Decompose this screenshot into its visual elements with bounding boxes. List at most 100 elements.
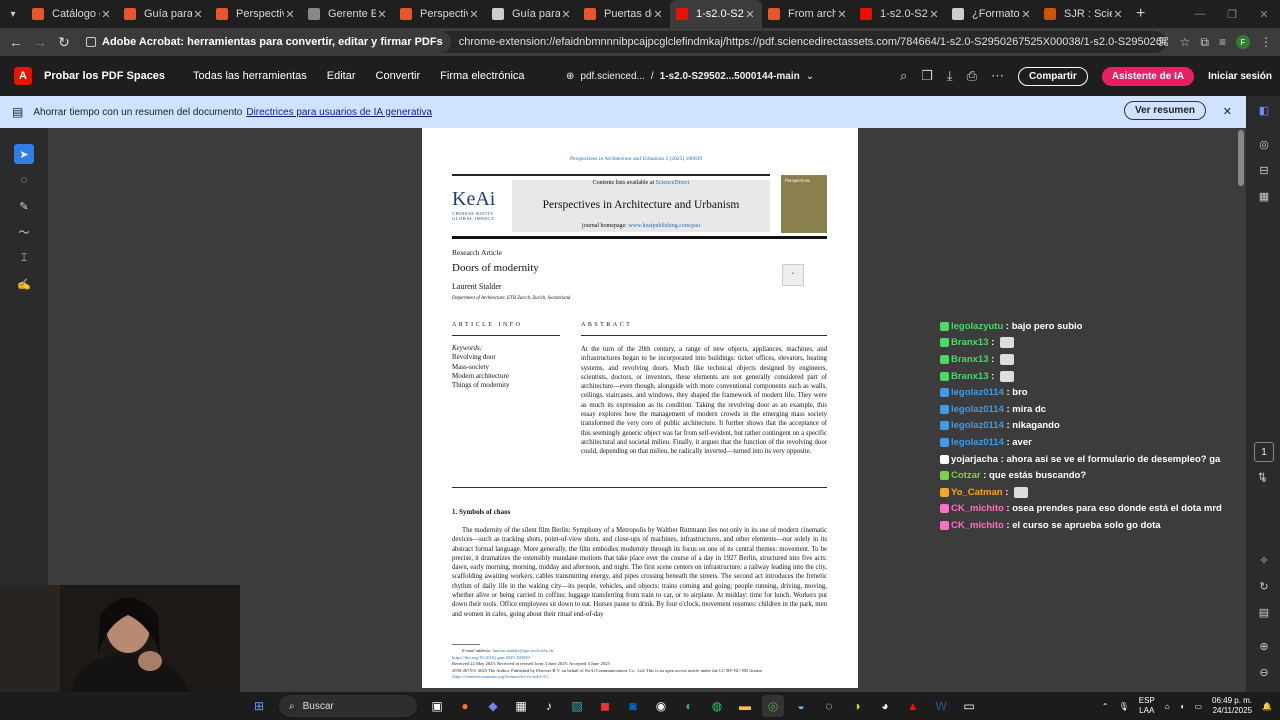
ai-sparkle-icon[interactable]: ✧ — [1256, 552, 1272, 568]
battery-icon[interactable]: ▭ — [1194, 702, 1202, 711]
close-tab-icon[interactable]: ✕ — [836, 8, 848, 21]
gallery-icon[interactable]: ▭ — [958, 695, 980, 717]
menu-convert[interactable]: Convertir — [376, 70, 421, 82]
whatsapp-icon[interactable]: ◍ — [706, 695, 728, 717]
tab-6[interactable]: Puertas de la✕ — [578, 0, 670, 28]
chevron-down-icon[interactable]: ⌄ — [806, 71, 814, 82]
menu-e-signature[interactable]: Firma electrónica — [440, 70, 524, 82]
tab-1[interactable]: Guía para au✕ — [118, 0, 210, 28]
file-explorer-icon[interactable]: ▬ — [734, 695, 756, 717]
chat-username[interactable]: Branx13 — [951, 354, 989, 365]
minimize-icon[interactable]: — — [1184, 8, 1216, 20]
extensions-icon[interactable]: ⧉ — [1200, 35, 1209, 50]
tray-chevron-icon[interactable]: ⌃ — [1102, 702, 1109, 711]
tab-0[interactable]: Catálogo de✕ — [26, 0, 118, 28]
highlight-pen-icon[interactable]: ✎ — [14, 196, 34, 216]
network-icon[interactable]: ⌂ — [1165, 702, 1170, 711]
close-tab-icon[interactable]: ✕ — [928, 8, 940, 21]
license-link[interactable]: (http://creativecommons.org/licenses/by-… — [452, 674, 827, 681]
taskbar-search[interactable]: ⌕ Buscar — [279, 695, 417, 717]
volume-icon[interactable]: ◖ — [1180, 702, 1185, 711]
photos-icon[interactable]: ▨ — [566, 695, 588, 717]
back-icon[interactable]: ← — [4, 34, 28, 50]
rotate-icon[interactable]: ↻ — [1256, 578, 1272, 594]
clock[interactable]: 06:49 p. m. 24/11/2025 — [1212, 696, 1252, 716]
tab-11[interactable]: SJR : Scientif✕ — [1038, 0, 1130, 28]
search-icon[interactable]: ⌕ — [900, 68, 907, 84]
bookmark-panel-icon[interactable]: ⊟ — [1256, 162, 1272, 178]
close-window-icon[interactable]: ✕ — [1248, 8, 1280, 21]
url-text[interactable]: chrome-extension://efaidnbmnnnibpcajpcgl… — [459, 36, 1166, 48]
menu-icon[interactable]: ≡ — [1219, 35, 1226, 49]
tab-10[interactable]: ¿Formato IM✕ — [946, 0, 1038, 28]
forward-icon[interactable]: → — [28, 34, 52, 50]
maximize-icon[interactable]: ❐ — [1216, 8, 1248, 21]
share-button[interactable]: Compartir — [1018, 66, 1088, 86]
new-tab-button[interactable]: + — [1136, 5, 1145, 23]
download-icon[interactable]: ⤓ — [947, 68, 953, 84]
sign-icon[interactable]: ✍ — [14, 274, 34, 294]
reload-icon[interactable]: ↻ — [52, 34, 76, 51]
tab-4[interactable]: Perspectivas✕ — [394, 0, 486, 28]
email-link[interactable]: laurent.stalder@gta.arch.ethz.ch. — [492, 648, 554, 653]
close-tab-icon[interactable]: ✕ — [192, 8, 204, 21]
close-tab-icon[interactable]: ✕ — [468, 8, 480, 21]
page-number-box[interactable]: 1 — [1254, 442, 1274, 462]
sciencedirect-link[interactable]: ScienceDirect — [656, 180, 690, 186]
check-updates-icon[interactable]: ● — [782, 264, 804, 286]
try-pdf-spaces-button[interactable]: Probar los PDF Spaces — [44, 70, 165, 82]
profile-avatar[interactable]: F — [1236, 35, 1250, 49]
close-tab-icon[interactable]: ✕ — [652, 8, 664, 21]
view-summary-button[interactable]: Ver resumen — [1123, 101, 1206, 120]
menu-all-tools[interactable]: Todas las herramientas — [193, 70, 307, 82]
store-icon[interactable]: ▦ — [510, 695, 532, 717]
vertical-scrollbar[interactable] — [1238, 130, 1244, 186]
chat-username[interactable]: Yo_Catman — [951, 487, 1003, 498]
comments-panel-icon[interactable]: ◎ — [1256, 136, 1272, 152]
filename-label[interactable]: 1-s2.0-S29502...5000144-main — [660, 71, 800, 82]
bookmark-star-icon[interactable]: ☆ — [1180, 35, 1191, 49]
steam-client-icon[interactable]: ◒ — [790, 695, 812, 717]
text-select-icon[interactable]: ⌶ — [14, 248, 34, 268]
chat-username[interactable]: legolaz0114 — [951, 387, 1004, 398]
ai-panel-icon[interactable]: ◧ — [1256, 102, 1272, 118]
mic-icon[interactable]: 🎙 — [1119, 702, 1129, 711]
github-icon[interactable]: ◕ — [874, 695, 896, 717]
close-tab-icon[interactable]: ✕ — [284, 8, 296, 21]
sign-in-button[interactable]: Iniciar sesión — [1208, 71, 1272, 82]
more-options-icon[interactable]: ⋮ — [1260, 35, 1272, 49]
more-icon[interactable]: ⋯ — [991, 68, 1004, 84]
task-view-icon[interactable]: ▣ — [426, 695, 448, 717]
close-tab-icon[interactable]: ✕ — [560, 8, 572, 21]
draw-icon[interactable]: 〜 — [14, 222, 34, 242]
obs-icon[interactable]: ◌ — [818, 695, 840, 717]
menu-edit[interactable]: Editar — [327, 70, 356, 82]
chat-username[interactable]: legolazyutu — [951, 321, 1003, 332]
notifications-icon[interactable]: 🔔 — [1262, 702, 1272, 711]
homepage-link[interactable]: www.keaipublishing.com/pau — [628, 223, 700, 229]
steam-icon[interactable]: ◉ — [650, 695, 672, 717]
doi-link[interactable]: https://doi.org/10.1016/j.pau.2025.10003… — [452, 655, 827, 662]
translate-icon[interactable]: ⌘ — [1158, 35, 1170, 49]
acrobat-icon[interactable]: ▲ — [902, 695, 924, 717]
close-tab-icon[interactable]: ✕ — [1020, 8, 1032, 21]
chat-username[interactable]: legolaz0114 — [951, 437, 1004, 448]
tab-2[interactable]: Perspectives✕ — [210, 0, 302, 28]
close-tab-icon[interactable]: ✕ — [744, 8, 756, 21]
word-icon[interactable]: W — [930, 695, 952, 717]
outlook-icon[interactable]: ◙ — [622, 695, 644, 717]
chat-username[interactable]: Branx13 — [951, 371, 989, 382]
close-tab-icon[interactable]: ✕ — [1112, 8, 1124, 21]
tab-search-icon[interactable]: ▾ — [0, 0, 26, 28]
tab-3[interactable]: Gerente Edit✕ — [302, 0, 394, 28]
tab-5[interactable]: Guía para au✕ — [486, 0, 578, 28]
tiktok-icon[interactable]: ♪ — [538, 695, 560, 717]
ai-guidelines-link[interactable]: Directrices para usuarios de IA generati… — [246, 107, 432, 118]
zoom-out-icon[interactable]: ⊖ — [1256, 664, 1272, 680]
tab-9[interactable]: 1-s2.0-S295✕ — [854, 0, 946, 28]
pages-icon[interactable]: ❐ — [921, 68, 933, 84]
chat-username[interactable]: CK_michito — [951, 503, 1004, 514]
app-icon[interactable]: ◼ — [594, 695, 616, 717]
chat-username[interactable]: yojarjacha — [951, 454, 998, 465]
print-icon[interactable]: ⎙ — [967, 68, 977, 84]
